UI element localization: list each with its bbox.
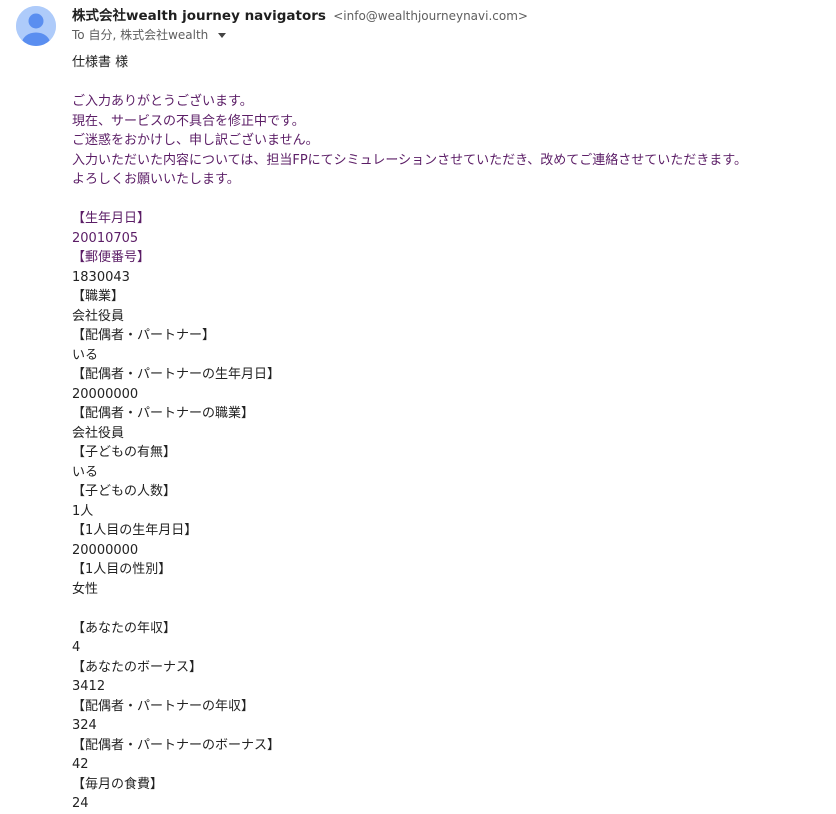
field-value: 324	[72, 718, 97, 733]
field-value: 24	[72, 796, 89, 811]
field-value: 4	[72, 640, 81, 655]
field-value: 42	[72, 757, 89, 772]
field-value: 3412	[72, 679, 106, 694]
field-value: 20010705	[72, 230, 139, 246]
recipients-text: To 自分, 株式会社wealth	[72, 28, 209, 42]
field-label: 【配偶者・パートナーの職業】	[72, 406, 255, 421]
sender-name[interactable]: 株式会社wealth journey navigators	[72, 8, 326, 24]
field-label: 【子どもの有無】	[72, 445, 177, 460]
field-label: 【あなたのボーナス】	[72, 659, 203, 675]
field-value: 女性	[72, 581, 99, 597]
field-label: 【1人目の性別】	[72, 562, 172, 577]
message-line: 現在、サービスの不具合を修正中です。	[72, 113, 305, 129]
field-label: 【配偶者・パートナーの生年月日】	[72, 367, 281, 382]
field-value: いる	[72, 464, 99, 480]
field-value: 1830043	[72, 269, 130, 285]
field-label: 【配偶者・パートナーの年収】	[72, 698, 255, 714]
sender-avatar[interactable]	[16, 6, 56, 46]
email-header: 株式会社wealth journey navigators <info@weal…	[0, 0, 836, 52]
sender-email: <info@wealthjourneynavi.com>	[333, 9, 528, 23]
field-label: 【配偶者・パートナー】	[72, 328, 216, 343]
message-line: ご入力ありがとうございます。	[72, 94, 253, 109]
message-line: ご迷惑をおかけし、申し訳ございません。	[72, 133, 319, 148]
field-value: 1人	[72, 503, 94, 519]
message-line: よろしくお願いいたします。	[72, 172, 240, 187]
message-line: 入力いただいた内容については、担当FPにてシミュレーションさせていただき、改めて…	[72, 152, 747, 168]
person-icon	[16, 6, 56, 46]
field-label: 【毎月の食費】	[72, 776, 164, 792]
field-label: 【生年月日】	[72, 211, 151, 226]
greeting: 仕様書 様	[72, 55, 129, 70]
field-label: 【1人目の生年月日】	[72, 523, 198, 538]
field-label: 【郵便番号】	[72, 250, 151, 265]
field-label: 【あなたの年収】	[72, 620, 177, 636]
email-body: 仕様書 様 ご入力ありがとうございます。 現在、サービスの不具合を修正中です。 …	[72, 53, 822, 814]
field-value: 20000000	[72, 542, 139, 558]
field-value: いる	[72, 347, 99, 363]
field-value: 20000000	[72, 386, 139, 402]
field-label: 【職業】	[72, 289, 125, 304]
field-label: 【子どもの人数】	[72, 484, 177, 499]
recipients-line: To 自分, 株式会社wealth	[72, 26, 227, 44]
field-value: 会社役員	[72, 308, 125, 324]
chevron-down-icon[interactable]	[218, 33, 227, 38]
field-value: 会社役員	[72, 425, 125, 441]
sender-line: 株式会社wealth journey navigators <info@weal…	[72, 7, 528, 25]
field-label: 【配偶者・パートナーのボーナス】	[72, 737, 281, 753]
